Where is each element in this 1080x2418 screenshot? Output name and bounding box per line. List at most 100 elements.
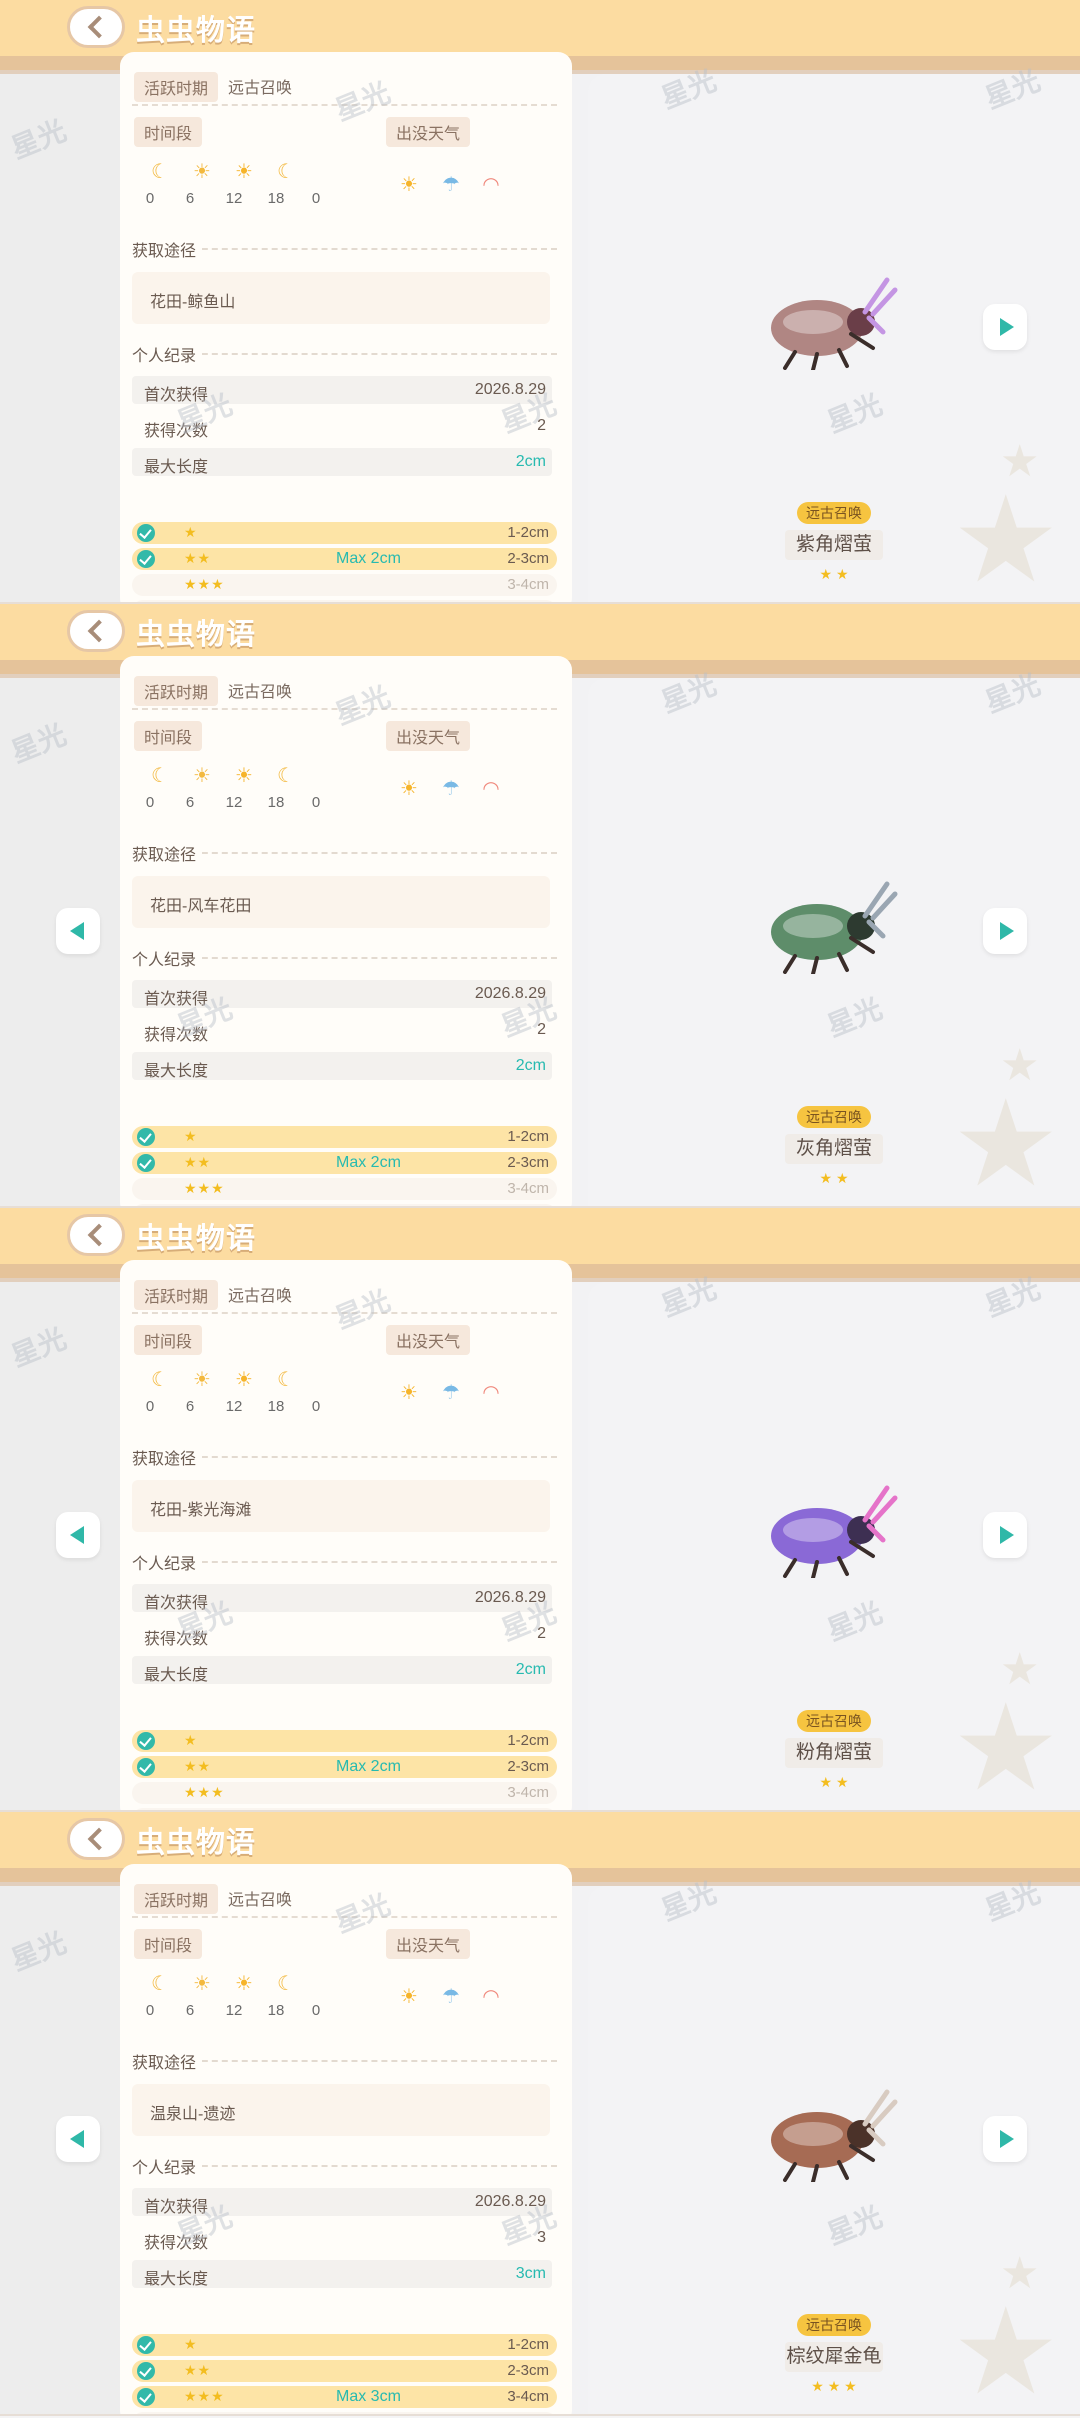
size-range: 2-3cm bbox=[507, 550, 549, 567]
acquire-label: 获取途径 bbox=[132, 847, 203, 864]
max-length-label: 最大长度 bbox=[144, 459, 209, 476]
acquire-section-header: 获取途径 bbox=[132, 841, 557, 864]
back-button[interactable] bbox=[67, 6, 125, 48]
time-period-label: 时间段 bbox=[134, 1929, 203, 1959]
arrow-right-icon bbox=[1000, 318, 1014, 336]
acquire-path-box: 花田-鲸鱼山 bbox=[132, 272, 550, 324]
active-period-value: 远古召唤 bbox=[228, 1288, 293, 1305]
insect-detail-panel: 虫虫物语 活跃时期 远古召唤 时间段 出没天气 .0 ☾ .6 ☀ .12 ☀ … bbox=[0, 604, 1080, 1208]
time-periods: .0 ☾ .6 ☀ .12 ☀ .18 ☾ .0 bbox=[135, 160, 335, 212]
arrow-right-icon bbox=[1000, 1526, 1014, 1544]
moon-icon: ☾ bbox=[277, 765, 295, 787]
chevron-left-icon bbox=[87, 15, 111, 39]
size-row: ★ 1-2cm bbox=[132, 2334, 557, 2356]
acquire-label: 获取途径 bbox=[132, 1451, 203, 1468]
moon-icon: ☾ bbox=[277, 1973, 295, 1995]
size-row: ★★★ 3-4cm bbox=[132, 1782, 557, 1804]
screenshot-root: 虫虫物语 活跃时期 远古召唤 时间段 出没天气 .0 ☾ .6 ☀ .12 ☀ … bbox=[0, 0, 1080, 2418]
size-stars: ★★ bbox=[184, 1154, 212, 1170]
insect-image bbox=[771, 277, 898, 370]
hour-label: 12 bbox=[225, 190, 243, 207]
insect-name: 紫角熠萤 bbox=[785, 530, 883, 560]
size-max-label: Max 3cm bbox=[336, 2388, 401, 2405]
time-period-label: 时间段 bbox=[134, 117, 203, 147]
hour-label: 0 bbox=[145, 190, 155, 207]
prev-insect-button[interactable] bbox=[56, 1512, 100, 1558]
back-button[interactable] bbox=[67, 1214, 125, 1256]
page-title: 虫虫物语 bbox=[136, 1223, 257, 1255]
decorative-star: ★ bbox=[952, 2285, 1060, 2416]
rarity-badge: 远古召唤 bbox=[797, 2314, 871, 2336]
moon-icon: ☾ bbox=[151, 1973, 169, 1995]
moon-icon: ☾ bbox=[151, 765, 169, 787]
size-range: 2-3cm bbox=[507, 1154, 549, 1171]
check-icon bbox=[137, 1128, 155, 1146]
acquire-label: 获取途径 bbox=[132, 243, 203, 260]
arrow-left-icon bbox=[70, 2130, 84, 2148]
insect-detail-panel: 虫虫物语 活跃时期 远古召唤 时间段 出没天气 .0 ☾ .6 ☀ .12 ☀ … bbox=[0, 0, 1080, 604]
size-row: ★★★ Max 3cm 3-4cm bbox=[132, 2386, 557, 2408]
max-length-value: 2cm bbox=[515, 1057, 546, 1074]
check-icon bbox=[137, 1758, 155, 1776]
back-button[interactable] bbox=[67, 1818, 125, 1860]
active-period-value: 远古召唤 bbox=[228, 1892, 293, 1909]
max-length-row: 最大长度 2cm bbox=[132, 1052, 552, 1080]
acquire-path-box: 花田-紫光海滩 bbox=[132, 1480, 550, 1532]
size-range: 1-2cm bbox=[507, 1128, 549, 1145]
acquire-section-header: 获取途径 bbox=[132, 237, 557, 260]
size-stars: ★★★ bbox=[184, 1784, 225, 1800]
decorative-star: ★ bbox=[952, 1077, 1060, 1208]
active-period-label: 活跃时期 bbox=[134, 1884, 219, 1914]
size-max-label: Max 2cm bbox=[336, 1758, 401, 1775]
hour-label: 0 bbox=[311, 794, 321, 811]
size-row: ★ 1-2cm bbox=[132, 1126, 557, 1148]
check-icon bbox=[137, 1732, 155, 1750]
page-title: 虫虫物语 bbox=[136, 15, 257, 47]
size-stars: ★ bbox=[184, 1732, 198, 1748]
prev-insect-button[interactable] bbox=[56, 2116, 100, 2162]
active-period-value: 远古召唤 bbox=[228, 684, 293, 701]
sun-icon: ☀ bbox=[400, 174, 418, 196]
rainbow-icon: ◠ bbox=[482, 1986, 500, 2008]
time-period-label: 时间段 bbox=[134, 1325, 203, 1355]
sun-icon: ☀ bbox=[400, 1986, 418, 2008]
next-insect-button[interactable] bbox=[983, 304, 1027, 350]
chevron-left-icon bbox=[87, 1223, 111, 1247]
size-range: 1-2cm bbox=[507, 524, 549, 541]
max-length-label: 最大长度 bbox=[144, 2271, 209, 2288]
hour-label: 0 bbox=[311, 1398, 321, 1415]
arrow-left-icon bbox=[70, 922, 84, 940]
next-insect-button[interactable] bbox=[983, 2116, 1027, 2162]
hour-label: 0 bbox=[145, 1398, 155, 1415]
insect-detail-panel: 虫虫物语 活跃时期 远古召唤 时间段 出没天气 .0 ☾ .6 ☀ .12 ☀ … bbox=[0, 1208, 1080, 1812]
active-period-value: 远古召唤 bbox=[228, 80, 293, 97]
check-icon bbox=[137, 1154, 155, 1172]
sun-icon: ☀ bbox=[235, 1973, 253, 1995]
next-insect-button[interactable] bbox=[983, 1512, 1027, 1558]
sunrise-icon: ☀ bbox=[193, 1973, 211, 1995]
acquire-section-header: 获取途径 bbox=[132, 2049, 557, 2072]
prev-insect-button[interactable] bbox=[56, 908, 100, 954]
size-stars: ★ bbox=[184, 1128, 198, 1144]
hour-label: 12 bbox=[225, 2002, 243, 2019]
record-section-header: 个人纪录 bbox=[132, 342, 557, 365]
insect-name: 棕纹犀金龟 bbox=[785, 2342, 883, 2372]
record-section-header: 个人纪录 bbox=[132, 2154, 557, 2177]
size-max-label: Max 2cm bbox=[336, 1154, 401, 1171]
rainbow-icon: ◠ bbox=[482, 1382, 500, 1404]
rarity-badge: 远古召唤 bbox=[797, 1710, 871, 1732]
size-range: 4-5cm bbox=[507, 2414, 549, 2416]
size-row: ★★ 2-3cm bbox=[132, 2360, 557, 2382]
size-stars: ★★★★ bbox=[184, 2414, 238, 2416]
size-range: 3-4cm bbox=[507, 2388, 549, 2405]
hour-label: 12 bbox=[225, 1398, 243, 1415]
insect-image bbox=[771, 881, 898, 974]
active-period-label: 活跃时期 bbox=[134, 1280, 219, 1310]
time-periods: .0 ☾ .6 ☀ .12 ☀ .18 ☾ .0 bbox=[135, 1972, 335, 2024]
hour-label: 12 bbox=[225, 794, 243, 811]
sunrise-icon: ☀ bbox=[193, 161, 211, 183]
hour-label: 6 bbox=[185, 794, 195, 811]
time-period-label: 时间段 bbox=[134, 721, 203, 751]
next-insect-button[interactable] bbox=[983, 908, 1027, 954]
back-button[interactable] bbox=[67, 610, 125, 652]
